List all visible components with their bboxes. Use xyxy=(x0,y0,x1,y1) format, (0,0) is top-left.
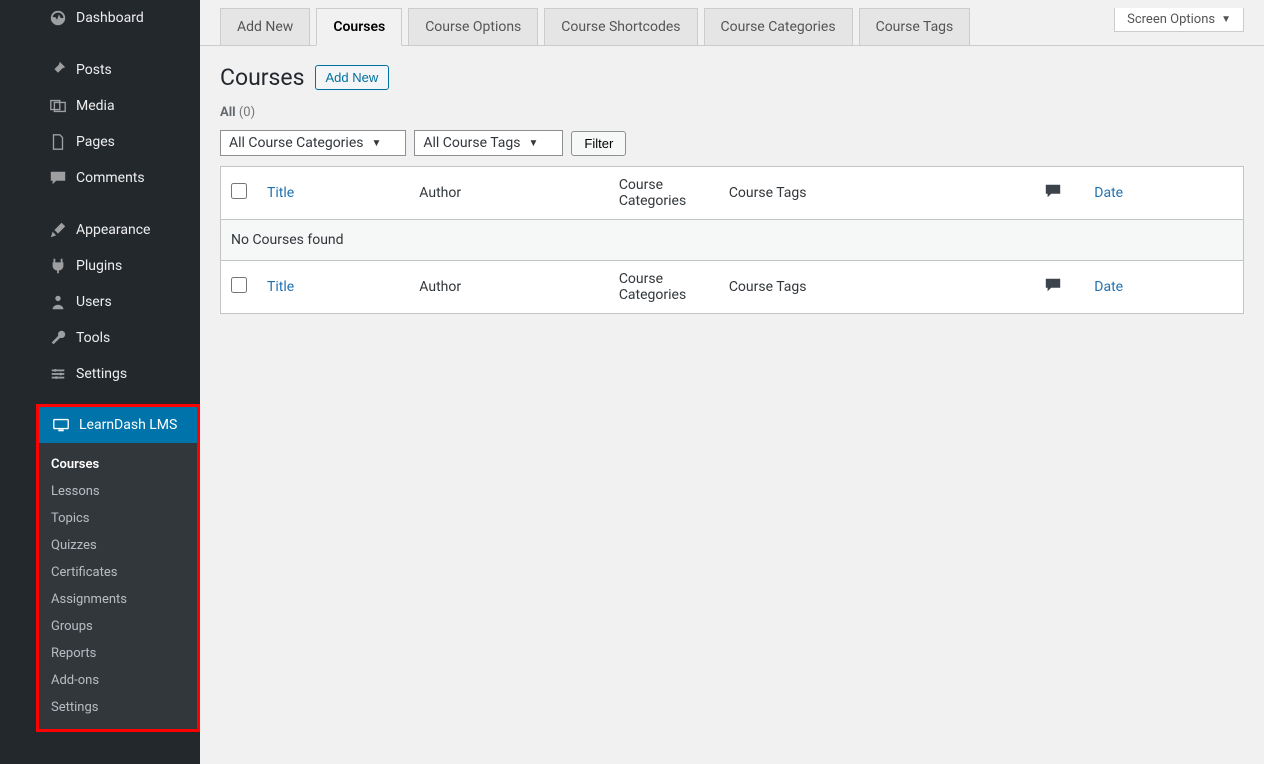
course-tag-select[interactable]: All Course Tags ▼ xyxy=(414,130,563,156)
tab-courses[interactable]: Courses xyxy=(316,8,402,46)
submenu-item-groups[interactable]: Groups xyxy=(39,613,197,640)
filter-bar: All Course Categories ▼ All Course Tags … xyxy=(220,130,1244,156)
view-filter-links: All (0) xyxy=(220,105,1244,120)
admin-sidebar: Dashboard Posts Media Pages Comments App… xyxy=(0,0,200,764)
column-header-date[interactable]: Date xyxy=(1094,185,1123,201)
sidebar-item-label: Comments xyxy=(76,170,145,186)
sidebar-item-label: LearnDash LMS xyxy=(79,417,177,433)
column-footer-categories: Course Categories xyxy=(609,261,719,314)
sidebar-item-pages[interactable]: Pages xyxy=(36,124,200,160)
sidebar-item-label: Appearance xyxy=(76,222,150,238)
select-value: All Course Tags xyxy=(423,135,520,151)
media-icon xyxy=(48,96,68,116)
submenu-item-reports[interactable]: Reports xyxy=(39,640,197,667)
learndash-highlighted-section: LearnDash LMS Courses Lessons Topics Qui… xyxy=(36,404,200,732)
select-value: All Course Categories xyxy=(229,135,363,151)
sidebar-item-label: Media xyxy=(76,98,115,114)
dashboard-icon xyxy=(48,8,68,28)
submenu-item-lessons[interactable]: Lessons xyxy=(39,478,197,505)
sidebar-item-dashboard[interactable]: Dashboard xyxy=(36,0,200,36)
sidebar-item-users[interactable]: Users xyxy=(36,284,200,320)
sidebar-item-label: Users xyxy=(76,294,112,310)
main-content: Screen Options ▼ Add New Courses Course … xyxy=(200,0,1264,764)
learndash-submenu: Courses Lessons Topics Quizzes Certifica… xyxy=(39,443,197,729)
chevron-down-icon: ▼ xyxy=(529,138,539,149)
user-icon xyxy=(48,292,68,312)
course-category-select[interactable]: All Course Categories ▼ xyxy=(220,130,406,156)
tab-course-tags[interactable]: Course Tags xyxy=(859,8,971,46)
chevron-down-icon: ▼ xyxy=(1221,14,1231,25)
chevron-down-icon: ▼ xyxy=(371,138,381,149)
tab-course-shortcodes[interactable]: Course Shortcodes xyxy=(544,8,697,46)
column-header-tags: Course Tags xyxy=(719,167,1034,220)
page-title: Courses xyxy=(220,64,305,91)
sidebar-item-learndash[interactable]: LearnDash LMS xyxy=(39,407,197,443)
tab-course-options[interactable]: Course Options xyxy=(408,8,538,46)
table-empty-row: No Courses found xyxy=(221,220,1244,261)
pin-icon xyxy=(48,60,68,80)
column-header-categories: Course Categories xyxy=(609,167,719,220)
select-all-checkbox[interactable] xyxy=(231,183,247,199)
screen-options-button[interactable]: Screen Options ▼ xyxy=(1114,8,1244,32)
sidebar-item-media[interactable]: Media xyxy=(36,88,200,124)
column-footer-author: Author xyxy=(409,261,609,314)
page-heading: Courses Add New xyxy=(220,64,1244,91)
submenu-item-addons[interactable]: Add-ons xyxy=(39,667,197,694)
brush-icon xyxy=(48,220,68,240)
admin-tabs: Add New Courses Course Options Course Sh… xyxy=(200,0,1264,46)
filter-all-count: (0) xyxy=(239,105,255,120)
sidebar-item-posts[interactable]: Posts xyxy=(36,52,200,88)
plugin-icon xyxy=(48,256,68,276)
submenu-item-courses[interactable]: Courses xyxy=(39,451,197,478)
sidebar-item-settings[interactable]: Settings xyxy=(36,356,200,392)
page-icon xyxy=(48,132,68,152)
empty-message: No Courses found xyxy=(221,220,1244,261)
comments-column-icon[interactable] xyxy=(1044,279,1062,298)
sidebar-item-plugins[interactable]: Plugins xyxy=(36,248,200,284)
submenu-item-topics[interactable]: Topics xyxy=(39,505,197,532)
sidebar-item-appearance[interactable]: Appearance xyxy=(36,212,200,248)
sidebar-item-label: Tools xyxy=(76,330,110,346)
sidebar-item-tools[interactable]: Tools xyxy=(36,320,200,356)
sidebar-item-label: Posts xyxy=(76,62,112,78)
learndash-icon xyxy=(51,415,71,435)
column-header-title[interactable]: Title xyxy=(267,185,294,201)
select-all-checkbox-bottom[interactable] xyxy=(231,277,247,293)
sidebar-item-label: Settings xyxy=(76,366,127,382)
column-footer-tags: Course Tags xyxy=(719,261,1034,314)
tab-course-categories[interactable]: Course Categories xyxy=(704,8,853,46)
submenu-item-certificates[interactable]: Certificates xyxy=(39,559,197,586)
tab-add-new[interactable]: Add New xyxy=(220,8,310,46)
comments-column-icon[interactable] xyxy=(1044,185,1062,204)
filter-button[interactable]: Filter xyxy=(571,131,626,156)
settings-icon xyxy=(48,364,68,384)
sidebar-item-comments[interactable]: Comments xyxy=(36,160,200,196)
filter-all-link[interactable]: All xyxy=(220,105,236,120)
wrench-icon xyxy=(48,328,68,348)
add-new-button[interactable]: Add New xyxy=(315,65,390,90)
sidebar-item-label: Pages xyxy=(76,134,115,150)
submenu-item-quizzes[interactable]: Quizzes xyxy=(39,532,197,559)
column-header-author: Author xyxy=(409,167,609,220)
column-footer-title[interactable]: Title xyxy=(267,279,294,295)
submenu-item-settings[interactable]: Settings xyxy=(39,694,197,721)
comment-icon xyxy=(48,168,68,188)
screen-options-label: Screen Options xyxy=(1127,12,1215,27)
courses-table: Title Author Course Categories Course Ta… xyxy=(220,166,1244,314)
sidebar-item-label: Dashboard xyxy=(76,10,144,26)
sidebar-item-label: Plugins xyxy=(76,258,122,274)
column-footer-date[interactable]: Date xyxy=(1094,279,1123,295)
submenu-item-assignments[interactable]: Assignments xyxy=(39,586,197,613)
